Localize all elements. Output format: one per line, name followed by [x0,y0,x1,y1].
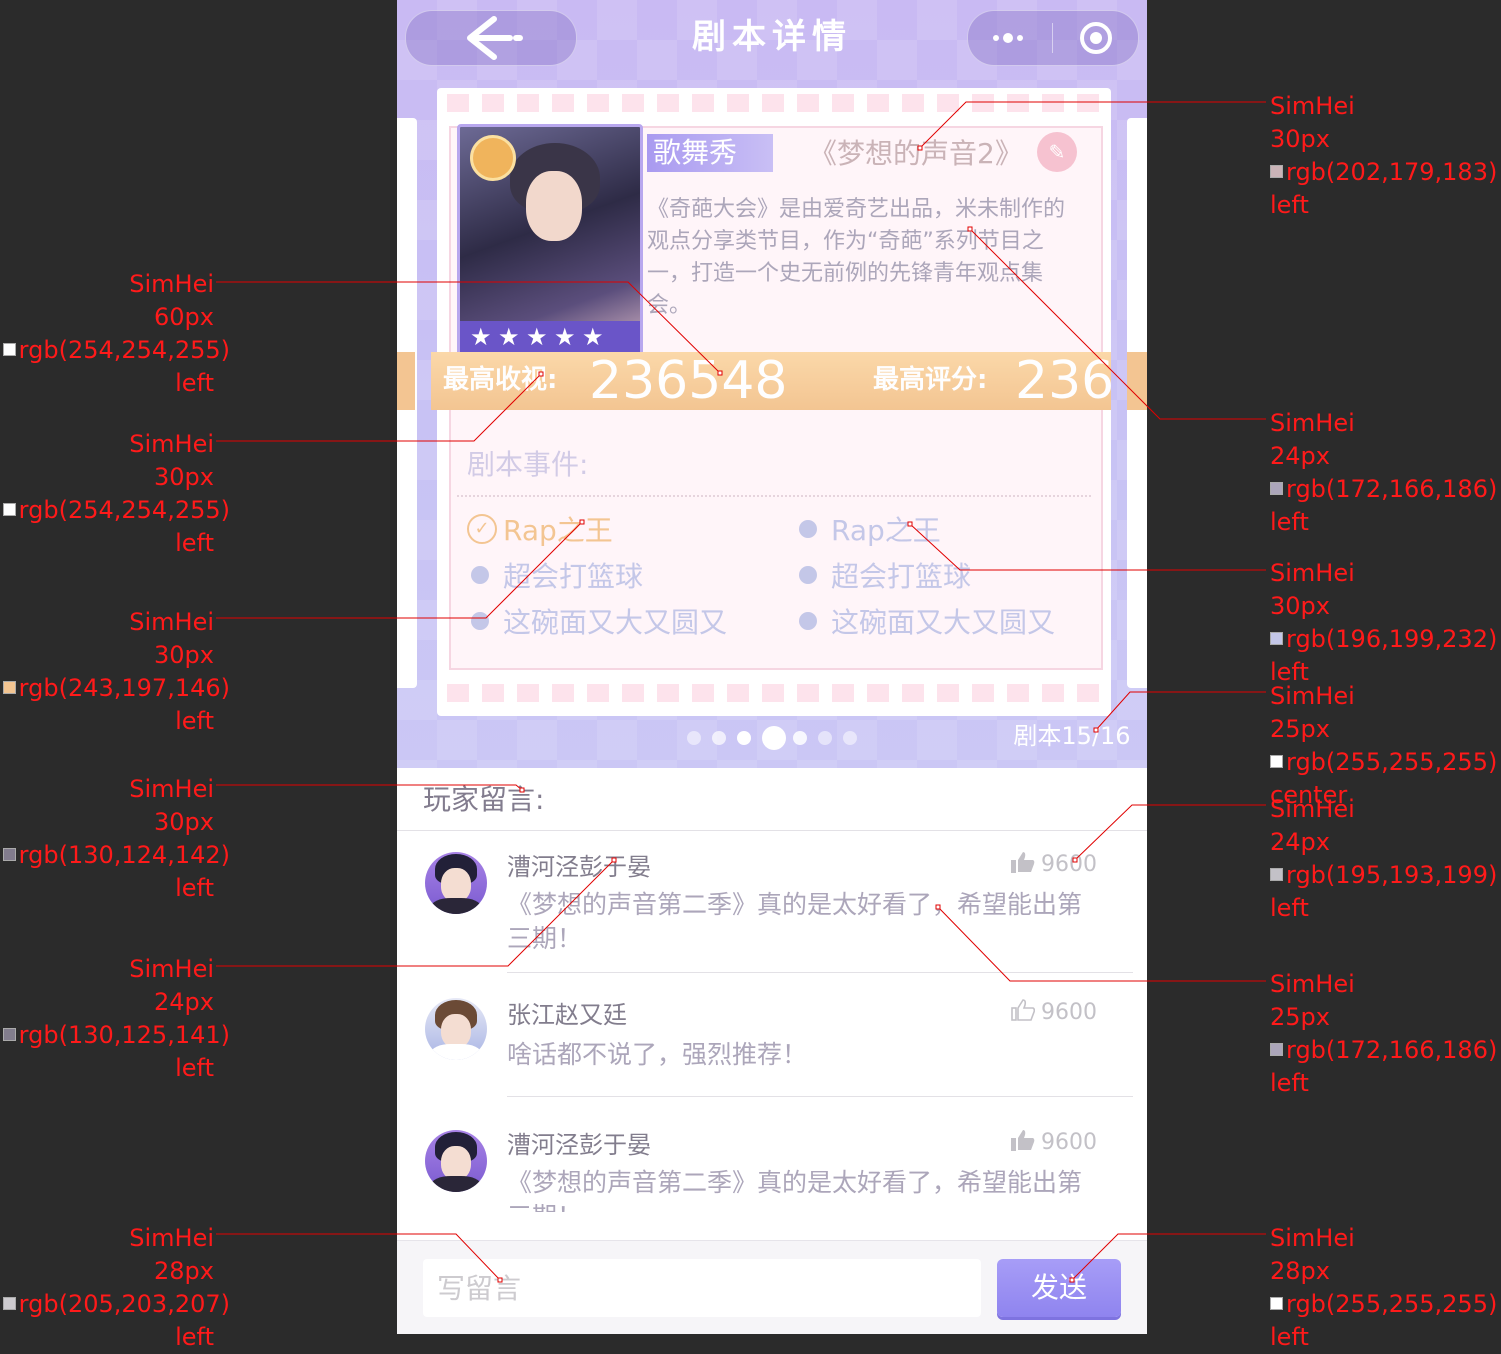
color-swatch [1270,631,1283,645]
annotation-label: SimHei 24px rgb(195,193,199) left [1270,795,1498,922]
color-swatch [1270,1296,1283,1310]
color-swatch [1270,867,1283,881]
annotation-label: SimHei 24px rgb(130,125,141) left [0,953,230,1085]
annotation-label: SimHei 24px rgb(172,166,186) left [1270,409,1498,536]
annotation-label: SimHei 30px rgb(254,254,255) left [0,428,230,560]
color-swatch [1270,1042,1283,1056]
color-swatch [1270,164,1283,178]
color-swatch [2,847,16,861]
annotation-label: SimHei 30px rgb(202,179,183) left [1270,92,1498,219]
color-swatch [2,680,16,694]
color-swatch [2,1027,16,1041]
color-swatch [2,502,16,516]
annotation-label: SimHei 25px rgb(172,166,186) left [1270,970,1498,1097]
annotation-label: SimHei 30px rgb(130,124,142) left [0,773,230,905]
annotation-label: SimHei 30px rgb(196,199,232) left [1270,559,1498,686]
color-swatch [2,1296,16,1310]
color-swatch [2,342,16,356]
annotation-label: SimHei 28px rgb(255,255,255) left [1270,1224,1498,1351]
annotation-label: SimHei 60px rgb(254,254,255) left [0,268,230,400]
annotation-label: SimHei 28px rgb(205,203,207) left [0,1222,230,1354]
color-swatch [1270,481,1283,495]
color-swatch [1270,754,1283,768]
annotation-label: SimHei 30px rgb(243,197,146) left [0,606,230,738]
